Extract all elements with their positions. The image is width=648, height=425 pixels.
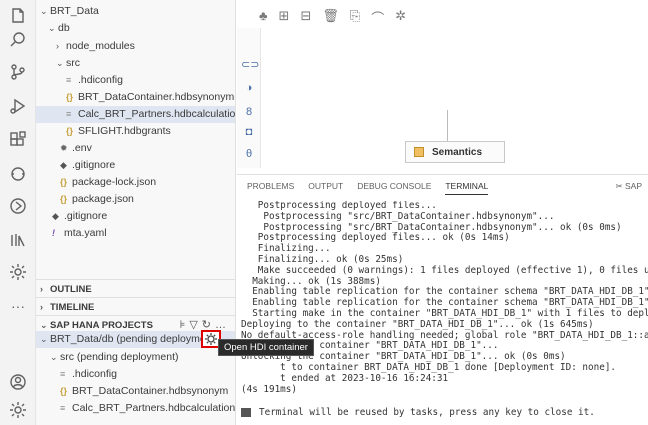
semantics-node[interactable]: Semantics	[405, 141, 505, 163]
timeline-section-header[interactable]: › TIMELINE	[36, 297, 235, 315]
node-connector	[447, 110, 448, 142]
sap-icon[interactable]	[8, 196, 28, 216]
file-lines-icon: ≡	[66, 109, 72, 119]
run-debug-icon[interactable]	[8, 96, 28, 116]
terminal-line: Make succeeded (0 warnings): 1 files dep…	[257, 264, 648, 276]
file-lines-icon: ≡	[66, 75, 72, 85]
terminal-prompt-icon	[241, 408, 251, 417]
open-hdi-container-icon	[205, 333, 217, 345]
settings-icon[interactable]: ✲	[395, 8, 406, 28]
hana-file-hdiconfig[interactable]: ≡ .hdiconfig	[36, 366, 235, 383]
chevron-down-icon: ⌄	[56, 58, 64, 68]
manage-gear-icon[interactable]	[8, 400, 28, 420]
remote-explorer-icon[interactable]	[8, 164, 28, 184]
chevron-down-icon: ⌄	[48, 23, 56, 33]
sap-tools-tab[interactable]: ✂ SAP	[616, 181, 643, 192]
terminal-line: Deploying to the container "BRT_DATA_HDI…	[241, 318, 594, 330]
explorer-sidebar: ⌄ BRT_Data ⌄ db › node_modules ⌄ src ≡ .hdico…	[36, 0, 236, 425]
panel-tabs: PROBLEMS OUTPUT DEBUG CONSOLE TERMINAL	[247, 181, 489, 195]
tree-folder-brt-data[interactable]: ⌄ BRT_Data	[36, 3, 235, 20]
json-braces-icon: {}	[60, 194, 68, 204]
json-braces-icon: {}	[60, 177, 68, 187]
gear-icon: ✹	[60, 143, 68, 153]
sap-tools-icon: ✂	[615, 181, 625, 191]
expand-icon[interactable]: ⊞	[279, 8, 290, 28]
json-braces-icon: {}	[66, 126, 74, 136]
union-node-icon[interactable]: ◑	[241, 82, 257, 96]
semantics-node-icon	[414, 147, 424, 157]
tree-folder-db[interactable]: ⌄ db	[36, 20, 235, 37]
hana-file-calcview[interactable]: ≡Calc_BRT_Partners.hdbcalculationview	[36, 400, 235, 417]
tab-debug-console[interactable]: DEBUG CONSOLE	[357, 181, 431, 195]
auto-layout-icon[interactable]: ♣	[259, 8, 268, 28]
aggregation-node-icon[interactable]: ◘	[241, 126, 257, 140]
git-diamond-icon: ◆	[60, 160, 67, 170]
copy-icon[interactable]: ⎘	[350, 8, 360, 28]
file-lines-icon: ≡	[60, 369, 66, 379]
terminal-footer: Terminal will be reused by tasks, press …	[241, 407, 595, 418]
tree-file-calcview[interactable]: ≡Calc_BRT_Partners.hdbcalculationview	[36, 106, 235, 123]
terminal-output[interactable]: Postprocessing deployed files... Postpro…	[241, 201, 648, 395]
tree-file-package-lock[interactable]: {} package-lock.json	[36, 174, 235, 191]
chevron-right-icon: ›	[40, 284, 43, 294]
tree-file-hdbgrants[interactable]: {} SFLIGHT.hdbgrants	[36, 123, 235, 140]
settings-gear-icon[interactable]	[8, 262, 28, 282]
search-icon[interactable]	[8, 30, 28, 50]
tree-file-package-json[interactable]: {} package.json	[36, 191, 235, 208]
source-control-icon[interactable]	[8, 62, 28, 82]
account-icon[interactable]	[8, 372, 28, 392]
json-braces-icon: {}	[66, 92, 74, 102]
hana-file-hdbsynonym[interactable]: {} BRT_DataContainer.hdbsynonym	[36, 383, 235, 400]
tree-file-hdiconfig[interactable]: ≡ .hdiconfig	[36, 72, 235, 89]
delete-icon[interactable]: 🗑	[322, 8, 339, 28]
cloud-icon[interactable]	[8, 230, 28, 250]
collapse-all-icon[interactable]: ⊧	[180, 319, 190, 331]
activity-bar: ···	[0, 0, 36, 425]
tree-folder-node-modules[interactable]: › node_modules	[36, 38, 235, 55]
tooltip: Open HDI container	[218, 339, 314, 356]
tree-file-gitignore[interactable]: ◆ .gitignore	[36, 157, 235, 174]
tree-file-root-gitignore[interactable]: ◆ .gitignore	[36, 208, 235, 225]
calcview-toolbar: ♣ ⊞ ⊟ 🗑 ⎘ ⌒ ✲	[259, 8, 406, 28]
tab-problems[interactable]: PROBLEMS	[247, 181, 294, 195]
chevron-down-icon: ⌄	[40, 334, 48, 344]
join-node-icon[interactable]: ⊂⊃	[241, 58, 259, 72]
chevron-down-icon: ⌄	[40, 6, 48, 16]
tab-output[interactable]: OUTPUT	[308, 181, 343, 195]
tab-terminal[interactable]: TERMINAL	[445, 181, 489, 195]
chevron-down-icon: ⌄	[50, 352, 58, 362]
git-diamond-icon: ◆	[52, 211, 59, 221]
main-editor-area: ♣ ⊞ ⊟ 🗑 ⎘ ⌒ ✲ » ⊂⊃ ◑ 8 ◘ θ Semantics PRO…	[237, 0, 648, 425]
tree-file-mta-yaml[interactable]: ! mta.yaml	[36, 225, 235, 242]
bottom-panel: PROBLEMS OUTPUT DEBUG CONSOLE TERMINAL ✂…	[237, 174, 648, 425]
hana-folder-src[interactable]: ⌄ src (pending deployment)	[36, 349, 235, 366]
chevron-right-icon: ›	[56, 41, 59, 51]
tree-folder-src[interactable]: ⌄ src	[36, 55, 235, 72]
node-palette: ⊂⊃ ◑ 8 ◘ θ	[237, 28, 261, 168]
yaml-icon: !	[52, 228, 55, 238]
terminal-line: t ended at 2023-10-16 16:24:31	[241, 372, 449, 384]
chevron-right-icon: ›	[40, 302, 43, 312]
files-icon[interactable]	[8, 6, 28, 26]
tree-file-env[interactable]: ✹ .env	[36, 140, 235, 157]
terminal-line: Postprocessing "src/BRT_DataContainer.hd…	[241, 210, 555, 222]
link-icon[interactable]: ⌒	[371, 8, 384, 28]
terminal-line: (4s 191ms)	[241, 383, 297, 395]
rank-node-icon[interactable]: θ	[241, 148, 257, 162]
projection-node-icon[interactable]: 8	[241, 106, 257, 120]
outline-section-header[interactable]: › OUTLINE	[36, 279, 235, 297]
more-icon[interactable]: ···	[8, 296, 28, 316]
collapse-icon[interactable]: ⊟	[300, 8, 311, 28]
tree-file-hdbsynonym[interactable]: {} BRT_DataContainer.hdbsynonym	[36, 89, 235, 106]
json-braces-icon: {}	[60, 386, 68, 396]
extensions-icon[interactable]	[8, 130, 28, 150]
file-lines-icon: ≡	[60, 403, 66, 413]
